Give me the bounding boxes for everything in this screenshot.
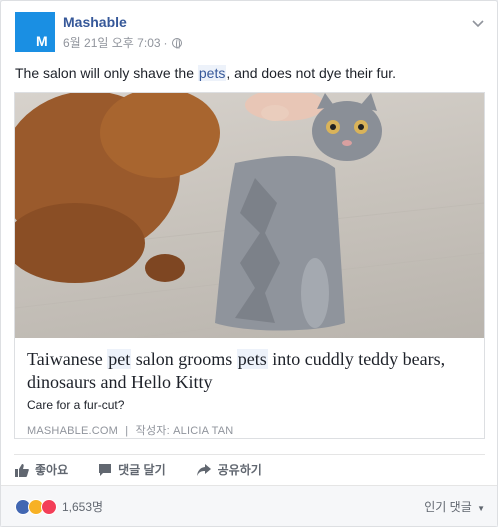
post-meta: 6월 21일 오후 7:03 · (63, 34, 182, 51)
action-bar: 좋아요 댓글 달기 공유하기 (15, 461, 292, 478)
cat-photo-illustration (15, 93, 484, 338)
reactions-summary[interactable]: 1,653명 (15, 498, 103, 515)
headline-highlight-1: pet (107, 349, 132, 369)
share-button[interactable]: 공유하기 (196, 461, 262, 478)
chevron-down-icon[interactable] (471, 16, 485, 30)
message-text-2: , and does not dye their fur. (226, 65, 397, 81)
love-reaction-icon (41, 498, 57, 515)
article-headline[interactable]: Taiwanese pet salon grooms pets into cud… (27, 348, 467, 394)
post-timestamp[interactable]: 6월 21일 오후 7:03 (63, 34, 161, 51)
post-card: M Mashable 6월 21일 오후 7:03 · The salon wi… (0, 0, 498, 527)
message-highlight: pets (197, 65, 227, 81)
headline-text-2: salon grooms (131, 349, 237, 369)
thumbs-up-icon (15, 463, 29, 477)
page-name-link[interactable]: Mashable (63, 14, 127, 30)
meta-separator: · (163, 35, 168, 50)
sort-label: 인기 댓글 (424, 500, 472, 514)
comment-icon (99, 463, 112, 476)
like-button[interactable]: 좋아요 (15, 461, 68, 478)
article-source: MASHABLE.COM | 작성자: ALICIA TAN (27, 422, 233, 438)
article-photo[interactable] (15, 93, 484, 338)
comment-sort-dropdown[interactable]: 인기 댓글 ▼ (424, 498, 485, 515)
caret-down-icon: ▼ (477, 504, 485, 513)
page-avatar[interactable]: M (15, 12, 55, 52)
source-author: 작성자: ALICIA TAN (135, 425, 234, 437)
comment-button[interactable]: 댓글 달기 (98, 461, 166, 478)
headline-text-1: Taiwanese (27, 349, 108, 369)
avatar-letter: M (36, 33, 48, 49)
reaction-count: 1,653명 (62, 500, 104, 514)
source-domain: MASHABLE.COM (27, 425, 119, 437)
reactions-footer: 1,653명 인기 댓글 ▼ (1, 485, 497, 526)
like-label: 좋아요 (35, 463, 69, 477)
article-description: Care for a fur-cut? (27, 398, 125, 412)
post-message: The salon will only shave the pets, and … (15, 65, 396, 81)
headline-highlight-2: pets (236, 349, 268, 369)
share-label: 공유하기 (217, 463, 262, 477)
source-divider: | (125, 425, 129, 437)
link-attachment[interactable]: Taiwanese pet salon grooms pets into cud… (14, 92, 485, 439)
globe-icon[interactable] (171, 37, 182, 50)
actions-divider (14, 454, 485, 455)
message-text-1: The salon will only shave the (15, 65, 198, 81)
share-icon (196, 463, 211, 476)
comment-label: 댓글 달기 (118, 463, 166, 477)
